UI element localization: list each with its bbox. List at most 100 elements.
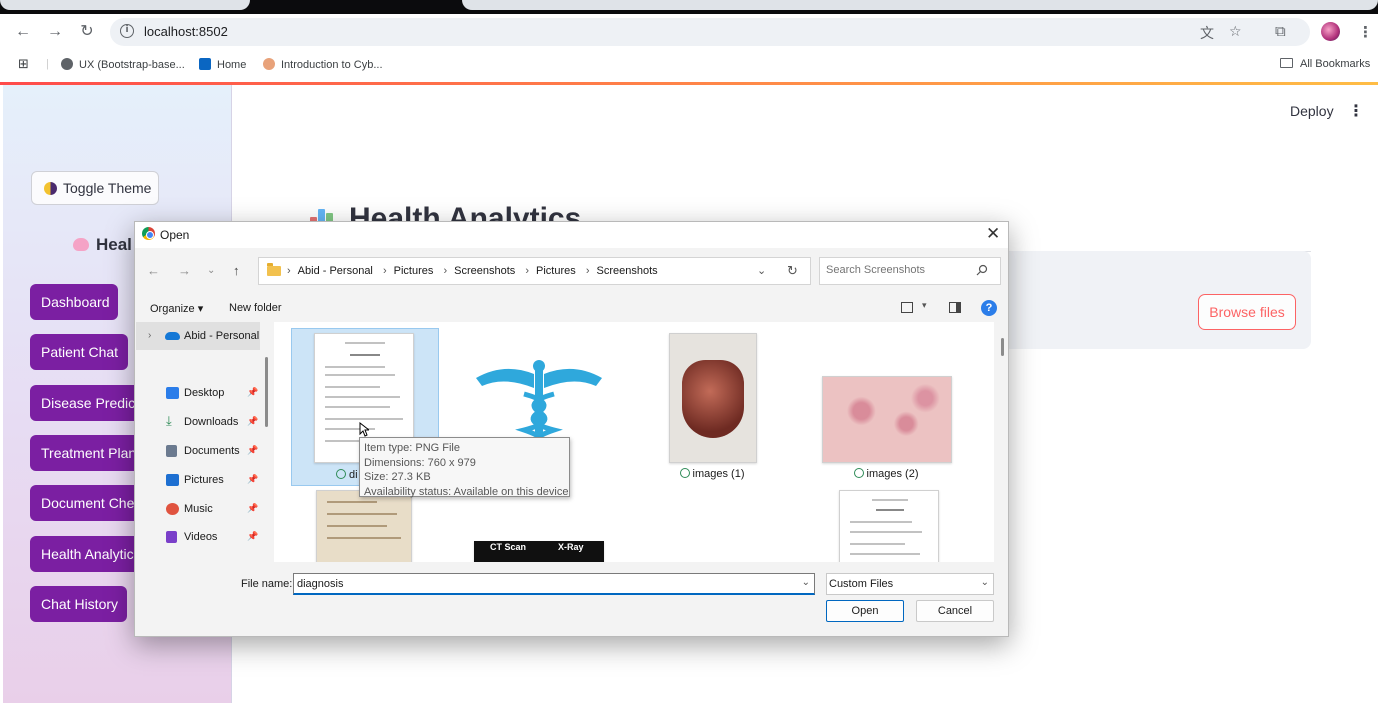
app-menu-icon[interactable]: ⋮ bbox=[1348, 101, 1364, 121]
file-label: images (1) bbox=[638, 468, 786, 480]
breadcrumb-item[interactable]: Pictures bbox=[536, 265, 576, 277]
sync-status-icon bbox=[336, 469, 346, 479]
bookmarks-separator: | bbox=[46, 58, 49, 70]
report-thumbnail-2[interactable] bbox=[839, 490, 939, 562]
desktop-icon bbox=[166, 387, 179, 399]
moon-icon bbox=[44, 182, 57, 195]
address-bar[interactable]: i localhost:8502 文 ☆ bbox=[110, 18, 1310, 46]
reload-icon[interactable]: ↻ bbox=[77, 22, 97, 42]
nav-patient-chat[interactable]: Patient Chat bbox=[30, 334, 128, 370]
file-name-label: File name: bbox=[241, 578, 293, 590]
folder-icon bbox=[1280, 58, 1293, 68]
forward-icon[interactable]: → bbox=[178, 263, 191, 278]
bookmark-cyber[interactable]: Introduction to Cyb... bbox=[263, 58, 383, 71]
browser-menu-icon[interactable]: ⋮ bbox=[1358, 23, 1373, 41]
nav-item-documents[interactable]: Documents 📌 bbox=[164, 441, 260, 463]
pin-icon: 📌 bbox=[247, 416, 259, 426]
chevron-down-icon[interactable]: ⌄ bbox=[757, 264, 766, 277]
translate-icon[interactable]: 文 bbox=[1200, 23, 1214, 43]
xray-label: X-Ray bbox=[558, 542, 584, 552]
file-name-field[interactable]: diagnosis ⌄ bbox=[293, 573, 815, 595]
open-button[interactable]: Open bbox=[826, 600, 904, 622]
sync-status-icon bbox=[679, 468, 690, 478]
all-bookmarks[interactable]: All Bookmarks bbox=[1280, 58, 1370, 70]
tab-strip bbox=[0, 0, 1378, 14]
bookmark-ux[interactable]: UX (Bootstrap-base... bbox=[61, 58, 185, 71]
organize-menu[interactable]: Organize ▾ bbox=[150, 302, 203, 315]
chevron-right-icon[interactable]: › bbox=[148, 330, 151, 341]
receipt-thumbnail[interactable] bbox=[316, 490, 412, 562]
view-options-icon[interactable] bbox=[901, 302, 913, 313]
preview-pane-icon[interactable] bbox=[949, 302, 961, 313]
file-name-value[interactable]: diagnosis bbox=[297, 578, 343, 590]
breadcrumb-item[interactable]: Pictures bbox=[394, 265, 434, 277]
file-tile-images-1[interactable]: images (1) bbox=[638, 328, 786, 486]
nav-item-desktop[interactable]: Desktop 📌 bbox=[164, 383, 260, 405]
extensions-icon[interactable]: ⧉ bbox=[1275, 23, 1286, 40]
new-folder-button[interactable]: New folder bbox=[229, 302, 282, 314]
nav-root-label: Abid - Personal bbox=[184, 330, 260, 342]
cancel-button[interactable]: Cancel bbox=[916, 600, 994, 622]
file-type-value: Custom Files bbox=[829, 578, 894, 590]
refresh-icon[interactable]: ↻ bbox=[787, 263, 798, 279]
nav-item-label: Desktop bbox=[184, 387, 225, 399]
dialog-footer: File name: diagnosis ⌄ Custom Files ⌄ Open… bbox=[135, 562, 1008, 636]
search-input[interactable] bbox=[826, 264, 966, 276]
star-icon[interactable]: ☆ bbox=[1229, 23, 1242, 40]
chevron-down-icon[interactable]: ⌄ bbox=[802, 577, 810, 588]
mouse-cursor-icon bbox=[359, 422, 369, 437]
breadcrumb-item[interactable]: Screenshots bbox=[596, 265, 657, 277]
rash-thumbnail bbox=[822, 376, 952, 463]
nav-item-downloads[interactable]: ⤓ Downloads 📌 bbox=[164, 412, 260, 434]
bookmark-label: Introduction to Cyb... bbox=[281, 59, 383, 71]
file-list-scrollbar[interactable] bbox=[1001, 338, 1004, 356]
bookmark-home[interactable]: Home bbox=[199, 58, 246, 71]
all-bookmarks-label: All Bookmarks bbox=[1300, 58, 1371, 70]
forward-icon[interactable]: → bbox=[45, 22, 65, 42]
breadcrumb-item[interactable]: Abid - Personal bbox=[298, 265, 373, 277]
up-icon[interactable]: ↑ bbox=[233, 263, 240, 278]
nav-chat-history[interactable]: Chat History bbox=[30, 586, 127, 622]
pin-icon: 📌 bbox=[247, 474, 259, 484]
file-tile-images-2[interactable]: images (2) bbox=[812, 328, 960, 486]
music-icon bbox=[166, 503, 179, 515]
chevron-down-icon[interactable]: ⌄ bbox=[981, 577, 989, 588]
site-info-icon[interactable]: i bbox=[120, 24, 134, 38]
search-box[interactable] bbox=[819, 257, 1001, 285]
breadcrumb-sep-icon: › bbox=[525, 265, 529, 277]
breadcrumb-sep-icon: › bbox=[585, 265, 590, 277]
view-dropdown-icon[interactable]: ▾ bbox=[922, 300, 927, 311]
ct-scan-label: CT Scan bbox=[490, 542, 527, 552]
breadcrumb[interactable]: › Abid - Personal › Pictures › Screenshots … bbox=[258, 257, 811, 285]
url-text[interactable]: localhost:8502 bbox=[144, 24, 228, 39]
profile-avatar[interactable] bbox=[1321, 22, 1340, 41]
breadcrumb-sep-icon: › bbox=[382, 265, 387, 277]
nav-scrollbar[interactable] bbox=[265, 357, 268, 427]
nav-item-music[interactable]: Music 📌 bbox=[164, 499, 260, 521]
nav-root-onedrive[interactable]: › Abid - Personal bbox=[136, 322, 260, 350]
recent-locations-icon[interactable]: ⌄ bbox=[207, 265, 215, 276]
breadcrumb-item[interactable]: Screenshots bbox=[454, 265, 515, 277]
scan-thumbnail[interactable]: CT Scan X-Ray bbox=[474, 541, 604, 562]
apps-grid-icon[interactable]: ⊞ bbox=[18, 56, 29, 72]
file-type-select[interactable]: Custom Files ⌄ bbox=[826, 573, 994, 595]
close-icon[interactable]: ✕ bbox=[986, 224, 1000, 244]
back-icon[interactable]: ← bbox=[13, 22, 33, 42]
nav-dashboard[interactable]: Dashboard bbox=[30, 284, 118, 320]
nav-item-videos[interactable]: Videos 📌 bbox=[164, 527, 260, 549]
videos-icon bbox=[166, 531, 177, 543]
toggle-theme-button[interactable]: Toggle Theme bbox=[31, 171, 159, 205]
back-icon[interactable]: ← bbox=[147, 263, 160, 278]
chrome-icon bbox=[142, 227, 155, 240]
search-icon[interactable] bbox=[976, 264, 988, 276]
deploy-button[interactable]: Deploy bbox=[1290, 103, 1334, 119]
nav-item-pictures[interactable]: Pictures 📌 bbox=[164, 470, 260, 492]
tab-active[interactable] bbox=[0, 0, 250, 10]
help-icon[interactable]: ? bbox=[981, 300, 997, 316]
browse-files-button[interactable]: Browse files bbox=[1198, 294, 1296, 330]
tab-background[interactable] bbox=[462, 0, 1378, 10]
bookmark-label: Home bbox=[217, 59, 247, 71]
file-uploader[interactable]: Browse files bbox=[1003, 251, 1311, 349]
dialog-titlebar[interactable]: Open ✕ bbox=[135, 222, 1008, 248]
nav-item-label: Downloads bbox=[184, 416, 239, 428]
